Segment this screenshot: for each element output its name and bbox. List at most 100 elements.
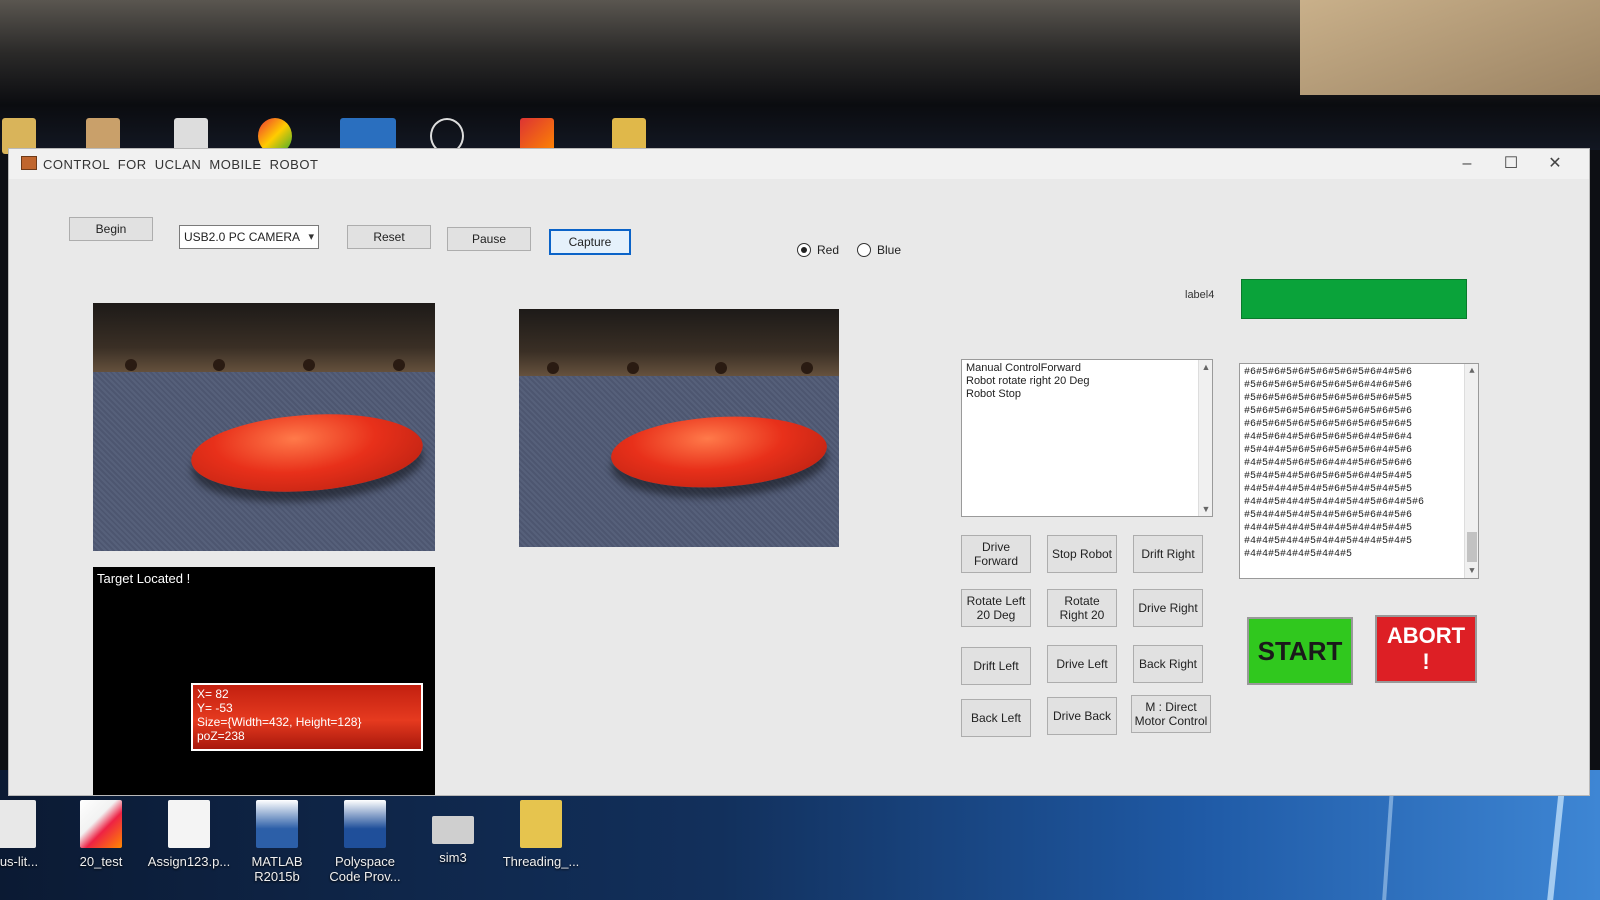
matlab-file-icon bbox=[80, 800, 122, 848]
drive-right-button[interactable]: Drive Right bbox=[1133, 589, 1203, 627]
serial-line: #4#5#4#5#6#5#6#4#4#5#6#5#6#6 bbox=[1244, 458, 1413, 469]
serial-line: #4#4#5#4#4#5#4#4#5#4#4#5#4#5 bbox=[1244, 536, 1413, 547]
caster bbox=[303, 359, 315, 372]
target-y: Y= -53 bbox=[197, 701, 233, 715]
title-bar: CONTROL FOR UCLAN MOBILE ROBOT – ☐ ✕ bbox=[9, 149, 1589, 179]
radio-red-label: Red bbox=[817, 243, 840, 257]
folder-icon bbox=[520, 800, 562, 848]
app-window: CONTROL FOR UCLAN MOBILE ROBOT – ☐ ✕ Beg… bbox=[8, 148, 1590, 796]
serial-line: #5#6#5#6#5#6#5#6#5#6#4#6#5#6 bbox=[1244, 380, 1413, 391]
scroll-down-icon[interactable]: ▼ bbox=[1465, 564, 1478, 578]
target-size: Size={Width=432, Height=128} bbox=[197, 715, 362, 729]
target-poz: poZ=238 bbox=[197, 729, 245, 743]
back-left-button[interactable]: Back Left bbox=[961, 699, 1031, 737]
matlab-icon bbox=[256, 800, 298, 848]
serial-line: #6#5#6#5#6#5#6#5#6#5#6#4#5#6 bbox=[1244, 367, 1413, 378]
scroll-down-icon[interactable]: ▼ bbox=[1199, 502, 1213, 516]
caster bbox=[547, 362, 559, 375]
desktop-icon[interactable]: sim3 bbox=[408, 800, 498, 865]
sim-icon bbox=[432, 816, 474, 844]
caster bbox=[801, 362, 813, 375]
back-right-button[interactable]: Back Right bbox=[1133, 645, 1203, 683]
serial-line: #4#4#5#4#4#5#4#4#5#4#5#6#4#5#6 bbox=[1244, 497, 1425, 508]
begin-button[interactable]: Begin bbox=[69, 217, 153, 241]
processed-camera-feed bbox=[519, 309, 839, 547]
command-log-list[interactable]: Manual ControlForward Robot rotate right… bbox=[961, 359, 1213, 517]
direct-motor-control-button[interactable]: M : Direct Motor Control bbox=[1131, 695, 1211, 733]
minimize-button[interactable]: – bbox=[1449, 153, 1485, 175]
serial-line: #5#4#4#5#4#5#4#5#6#5#6#4#5#6 bbox=[1244, 510, 1413, 521]
log-line: Robot rotate right 20 Deg bbox=[966, 375, 1090, 387]
background-furniture bbox=[519, 309, 839, 381]
serial-line: #4#4#5#4#4#5#4#4#5 bbox=[1244, 549, 1353, 560]
caster bbox=[125, 359, 137, 372]
serial-scrollbar[interactable]: ▲ ▼ bbox=[1464, 364, 1478, 578]
target-x: X= 82 bbox=[197, 687, 229, 701]
radio-blue-indicator bbox=[857, 243, 871, 257]
drive-back-button[interactable]: Drive Back bbox=[1047, 697, 1117, 735]
desktop-icon[interactable]: MATLAB R2015b bbox=[232, 800, 322, 884]
camera-select[interactable]: USB2.0 PC CAMERA ▾ bbox=[179, 225, 319, 249]
log-line: Manual ControlForward bbox=[966, 362, 1081, 374]
abort-button[interactable]: ABORT ! bbox=[1375, 615, 1477, 683]
target-status-text: Target Located ! bbox=[97, 571, 191, 586]
maximize-button[interactable]: ☐ bbox=[1493, 153, 1529, 175]
room-wall bbox=[1300, 0, 1600, 95]
serial-line: #5#6#5#6#5#6#5#6#5#6#5#6#5#6 bbox=[1244, 406, 1413, 417]
log-scrollbar[interactable]: ▲ ▼ bbox=[1198, 360, 1212, 516]
window-title: CONTROL FOR UCLAN MOBILE ROBOT bbox=[43, 157, 319, 172]
serial-line: #4#5#4#4#5#4#5#6#5#4#5#4#5#5 bbox=[1244, 484, 1413, 495]
desktop-icon[interactable]: rtus-lit... bbox=[0, 800, 60, 869]
reset-button[interactable]: Reset bbox=[347, 225, 431, 249]
desktop-icon[interactable]: Threading_... bbox=[496, 800, 586, 869]
target-bounding-box: X= 82 Y= -53 Size={Width=432, Height=128… bbox=[191, 683, 423, 751]
target-info: X= 82 Y= -53 Size={Width=432, Height=128… bbox=[197, 687, 361, 743]
background-furniture bbox=[93, 303, 435, 378]
drift-left-button[interactable]: Drift Left bbox=[961, 647, 1031, 685]
serial-line: #5#4#4#5#6#5#6#5#6#5#6#4#5#6 bbox=[1244, 445, 1413, 456]
chevron-down-icon: ▾ bbox=[308, 231, 314, 243]
drift-right-button[interactable]: Drift Right bbox=[1133, 535, 1203, 573]
camera-select-value: USB2.0 PC CAMERA bbox=[184, 230, 301, 244]
scroll-up-icon[interactable]: ▲ bbox=[1199, 360, 1213, 374]
camera-feed bbox=[93, 303, 435, 551]
radio-blue[interactable]: Blue bbox=[857, 243, 901, 257]
label4: label4 bbox=[1185, 289, 1215, 301]
wallpaper-light-beam bbox=[1382, 790, 1394, 900]
caster bbox=[627, 362, 639, 375]
target-detection-view: Target Located ! X= 82 Y= -53 Size={Widt… bbox=[93, 567, 435, 795]
serial-line: #6#5#6#5#6#5#6#5#6#5#6#5#6#5 bbox=[1244, 419, 1413, 430]
desktop-icon[interactable]: 20_test bbox=[56, 800, 146, 869]
desktop-icon[interactable]: Assign123.p... bbox=[144, 800, 234, 869]
app-icon bbox=[21, 156, 37, 170]
start-button[interactable]: START bbox=[1247, 617, 1353, 685]
radio-blue-label: Blue bbox=[877, 243, 902, 257]
scroll-up-icon[interactable]: ▲ bbox=[1465, 364, 1478, 378]
caster bbox=[213, 359, 225, 372]
status-color-bar bbox=[1241, 279, 1467, 319]
caster bbox=[393, 359, 405, 372]
serial-line: #5#4#5#4#5#6#5#6#5#6#4#5#4#5 bbox=[1244, 471, 1413, 482]
serial-line: #5#6#5#6#5#6#5#6#5#6#5#6#5#5 bbox=[1244, 393, 1413, 404]
radio-red[interactable]: Red bbox=[797, 243, 839, 257]
capture-button[interactable]: Capture bbox=[549, 229, 631, 255]
desktop-icon[interactable]: Polyspace Code Prov... bbox=[320, 800, 410, 884]
serial-data-box[interactable]: #6#5#6#5#6#5#6#5#6#5#6#4#5#6 #5#6#5#6#5#… bbox=[1239, 363, 1479, 579]
rotate-left-button[interactable]: Rotate Left 20 Deg bbox=[961, 589, 1031, 627]
desktop-bottom-icon-row: rtus-lit... 20_test Assign123.p... MATLA… bbox=[0, 800, 700, 900]
drive-forward-button[interactable]: Drive Forward bbox=[961, 535, 1031, 573]
document-icon bbox=[0, 800, 36, 848]
pause-button[interactable]: Pause bbox=[447, 227, 531, 251]
serial-line: #4#5#6#4#5#6#5#6#5#6#4#5#6#4 bbox=[1244, 432, 1413, 443]
scroll-thumb[interactable] bbox=[1467, 532, 1477, 562]
radio-red-indicator bbox=[797, 243, 811, 257]
log-line: Robot Stop bbox=[966, 388, 1022, 400]
caster bbox=[715, 362, 727, 375]
stop-robot-button[interactable]: Stop Robot bbox=[1047, 535, 1117, 573]
blank-file-icon bbox=[168, 800, 210, 848]
close-button[interactable]: ✕ bbox=[1537, 153, 1573, 175]
drive-left-button[interactable]: Drive Left bbox=[1047, 645, 1117, 683]
rotate-right-button[interactable]: Rotate Right 20 bbox=[1047, 589, 1117, 627]
polyspace-icon bbox=[344, 800, 386, 848]
serial-line: #4#4#5#4#4#5#4#4#5#4#4#5#4#5 bbox=[1244, 523, 1413, 534]
